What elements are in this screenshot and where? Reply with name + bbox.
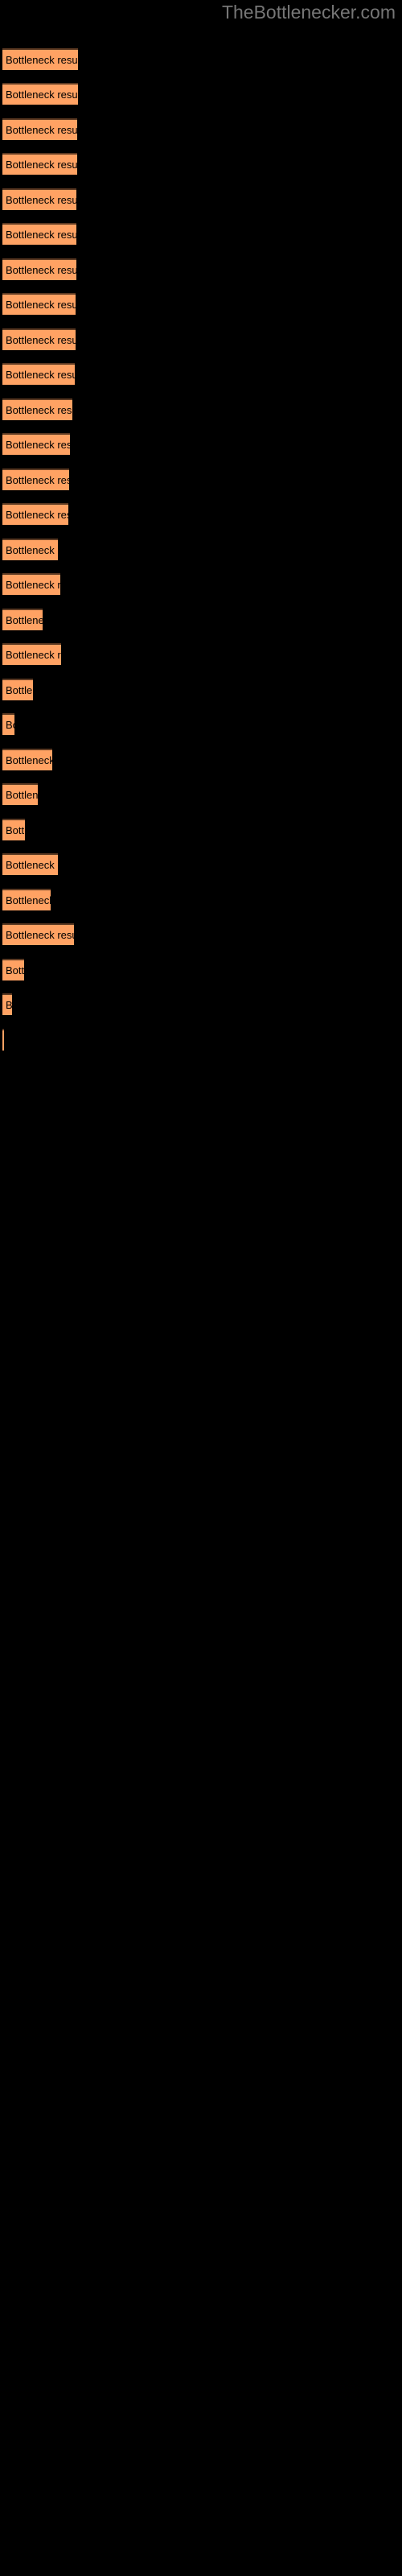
bar-label-clip: Bottleneck result xyxy=(2,1030,4,1051)
bar[interactable]: Bottleneck result xyxy=(2,153,77,175)
bar[interactable]: Bottleneck result xyxy=(2,83,78,105)
bar[interactable]: Bottleneck result xyxy=(2,749,52,770)
bar-label: Bottleneck result xyxy=(6,369,75,381)
bar-label-clip: Bottleneck result xyxy=(2,190,76,210)
bar-label-clip: Bottleneck result xyxy=(2,715,14,735)
bar[interactable]: Bottleneck result xyxy=(2,188,76,210)
bar[interactable]: Bottleneck result xyxy=(2,539,58,560)
bar-label-clip: Bottleneck result xyxy=(2,855,58,875)
bar[interactable]: Bottleneck result xyxy=(2,819,25,840)
bar-label: Bottleneck result xyxy=(6,124,77,136)
bar-label-clip: Bottleneck result xyxy=(2,155,77,175)
bar-label: Bottleneck result xyxy=(6,754,52,766)
bar-label: Bottleneck result xyxy=(6,824,25,836)
bar[interactable]: Bottleneck result xyxy=(2,328,76,350)
bar-label: Bottleneck result xyxy=(6,404,72,416)
bar-label: Bottleneck result xyxy=(6,299,76,311)
bottleneck-bar-chart: TheBottlenecker.com Bottleneck result Bot… xyxy=(0,0,402,2576)
bar-label-clip: Bottleneck result xyxy=(2,750,52,770)
bar-label-clip: Bottleneck result xyxy=(2,610,43,630)
bar-label-clip: Bottleneck result xyxy=(2,505,68,525)
bar[interactable]: Bottleneck result xyxy=(2,783,38,805)
bar[interactable]: Bottleneck result xyxy=(2,503,68,525)
bar-label: Bottleneck result xyxy=(6,579,60,591)
bar[interactable]: Bottleneck result xyxy=(2,223,76,245)
bar[interactable]: Bottleneck result xyxy=(2,609,43,630)
bar[interactable]: Bottleneck result xyxy=(2,433,70,455)
bar-label-clip: Bottleneck result xyxy=(2,645,61,665)
bar[interactable]: Bottleneck result xyxy=(2,713,14,735)
bar-label: Bottleneck result xyxy=(6,789,38,801)
bar[interactable]: Bottleneck result xyxy=(2,853,58,875)
bar[interactable]: Bottleneck result xyxy=(2,293,76,315)
bars-layer: Bottleneck result Bottleneck result Bottle… xyxy=(0,0,402,2576)
bar-label-clip: Bottleneck result xyxy=(2,295,76,315)
bar-label-clip: Bottleneck result xyxy=(2,225,76,245)
bar-label-clip: Bottleneck result xyxy=(2,785,38,805)
bar-label: Bottleneck result xyxy=(6,544,58,556)
bar[interactable]: Bottleneck result xyxy=(2,469,69,490)
bar-label-clip: Bottleneck result xyxy=(2,890,51,910)
bar-label-clip: Bottleneck result xyxy=(2,50,78,70)
bar[interactable]: Bottleneck result xyxy=(2,993,12,1015)
bar-label: Bottleneck result xyxy=(6,89,78,101)
bar-label: Bottleneck result xyxy=(6,684,33,696)
bar-label: Bottleneck result xyxy=(6,194,76,206)
bar-label: Bottleneck result xyxy=(6,859,58,871)
bar-label: Bottleneck result xyxy=(6,894,51,906)
bar-label: Bottleneck result xyxy=(6,929,74,941)
bar-label: Bottleneck result xyxy=(6,719,14,731)
bar[interactable]: Bottleneck result xyxy=(2,258,76,280)
bar-label: Bottleneck result xyxy=(6,999,12,1011)
bar-label-clip: Bottleneck result xyxy=(2,470,69,490)
bar[interactable]: Bottleneck result xyxy=(2,889,51,910)
bar-label: Bottleneck result xyxy=(6,334,76,346)
bar-label-clip: Bottleneck result xyxy=(2,120,77,140)
bar[interactable]: Bottleneck result xyxy=(2,363,75,385)
bar-label-clip: Bottleneck result xyxy=(2,575,60,595)
bar-label: Bottleneck result xyxy=(6,229,76,241)
bar-label: Bottleneck result xyxy=(6,964,24,976)
bar-label: Bottleneck result xyxy=(6,474,69,486)
bar-label: Bottleneck result xyxy=(6,614,43,626)
bar[interactable]: Bottleneck result xyxy=(2,118,77,140)
bar-label-clip: Bottleneck result xyxy=(2,680,33,700)
bar-label-clip: Bottleneck result xyxy=(2,330,76,350)
bar-label-clip: Bottleneck result xyxy=(2,435,70,455)
bar-label-clip: Bottleneck result xyxy=(2,995,12,1015)
bar-label-clip: Bottleneck result xyxy=(2,260,76,280)
bar-label: Bottleneck result xyxy=(6,54,78,66)
bar-label: Bottleneck result xyxy=(6,509,68,521)
bar-label: Bottleneck result xyxy=(6,649,61,661)
bar-label-clip: Bottleneck result xyxy=(2,365,75,385)
bar-label-clip: Bottleneck result xyxy=(2,85,78,105)
bar-label: Bottleneck result xyxy=(6,159,77,171)
bar[interactable]: Bottleneck result xyxy=(2,959,24,980)
bar[interactable]: Bottleneck result xyxy=(2,1029,4,1051)
bar-label-clip: Bottleneck result xyxy=(2,540,58,560)
bar[interactable]: Bottleneck result xyxy=(2,679,33,700)
bar-label-clip: Bottleneck result xyxy=(2,400,72,420)
bar[interactable]: Bottleneck result xyxy=(2,923,74,945)
bar[interactable]: Bottleneck result xyxy=(2,573,60,595)
bar-label-clip: Bottleneck result xyxy=(2,820,25,840)
bar-label: Bottleneck result xyxy=(6,264,76,276)
bar[interactable]: Bottleneck result xyxy=(2,643,61,665)
bar-label-clip: Bottleneck result xyxy=(2,925,74,945)
bar[interactable]: Bottleneck result xyxy=(2,48,78,70)
bar-label-clip: Bottleneck result xyxy=(2,960,24,980)
bar[interactable]: Bottleneck result xyxy=(2,398,72,420)
bar-label: Bottleneck result xyxy=(6,439,70,451)
